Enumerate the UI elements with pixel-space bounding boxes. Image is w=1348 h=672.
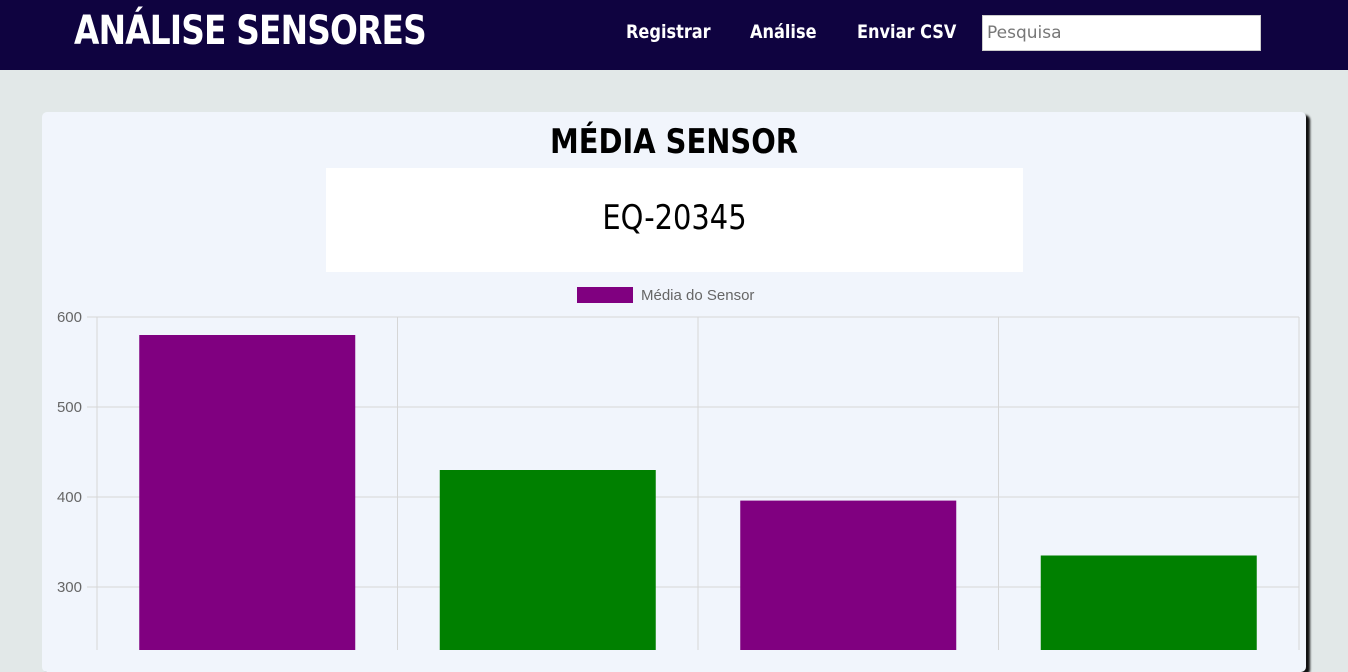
y-tick-label: 500	[57, 399, 82, 416]
legend-label: Média do Sensor	[641, 287, 754, 304]
y-tick-label: 600	[57, 309, 82, 326]
chart-bar	[439, 470, 656, 650]
y-tick-label: 300	[57, 579, 82, 596]
bar-chart: 600 500 400 300 Média do Sensor	[57, 287, 1300, 650]
legend-swatch	[577, 287, 633, 303]
chart-bar	[139, 335, 356, 650]
chart-bar	[740, 500, 957, 650]
y-tick-label: 400	[57, 489, 82, 506]
chart-bar	[1040, 555, 1257, 650]
